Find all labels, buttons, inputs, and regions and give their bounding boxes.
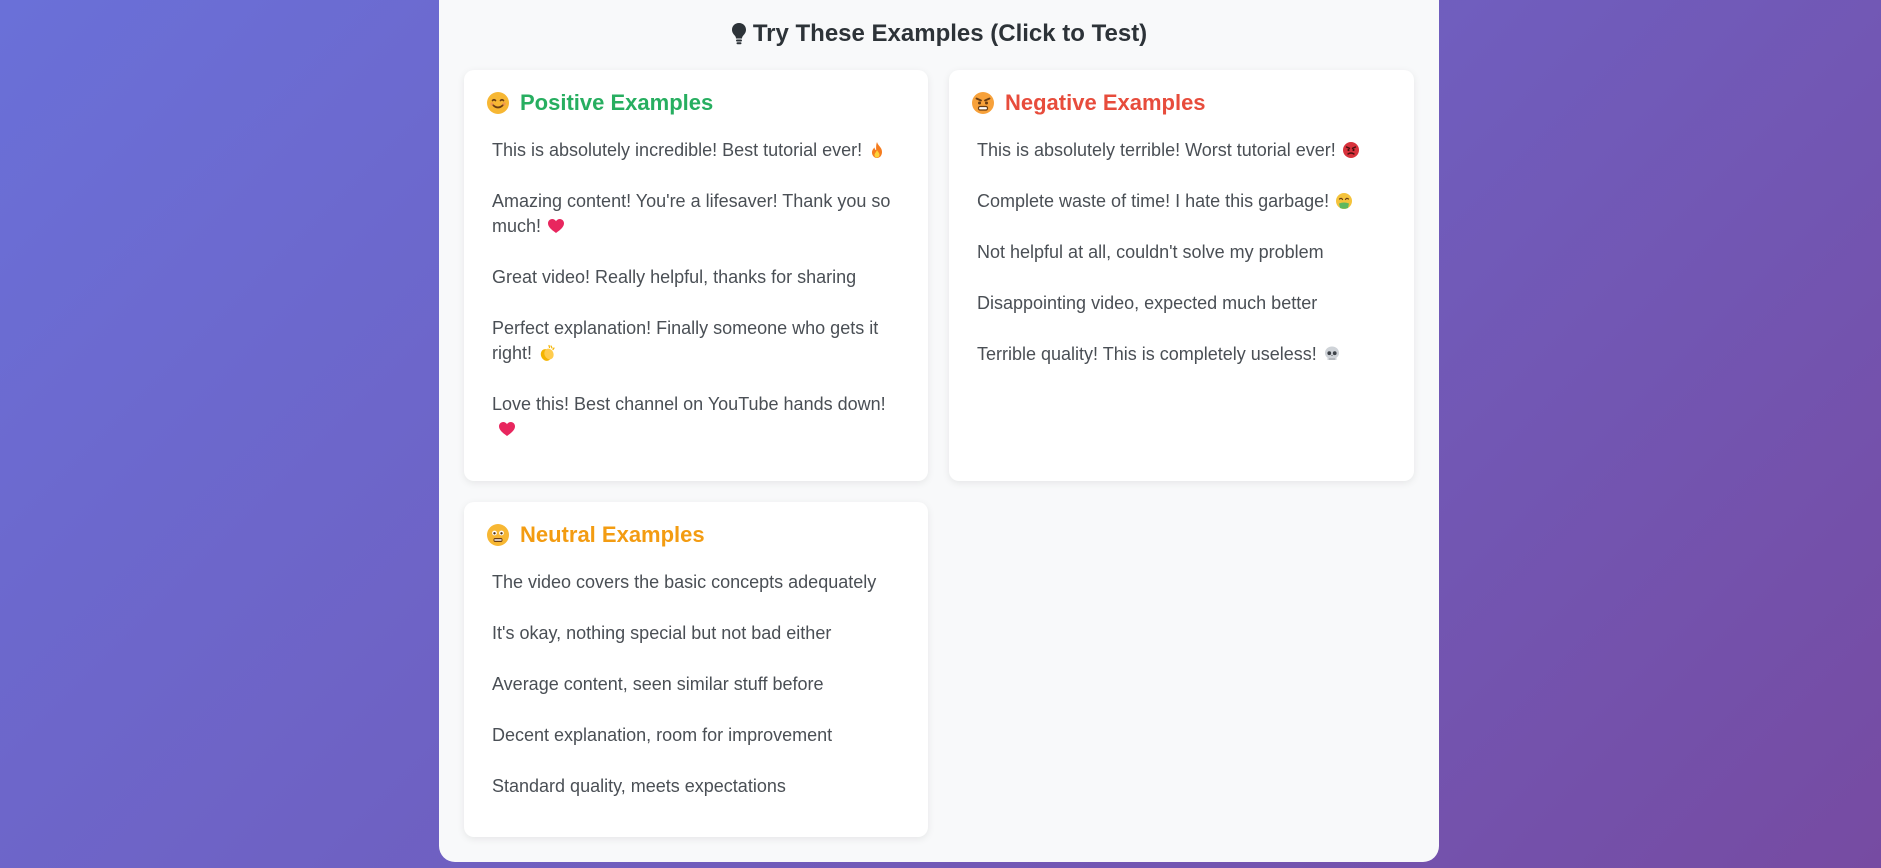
example-text: Not helpful at all, couldn't solve my pr… [977, 242, 1324, 262]
examples-panel: Try These Examples (Click to Test) Posit… [439, 0, 1439, 862]
negative-card-header: Negative Examples [971, 90, 1206, 116]
example-text: Decent explanation, room for improvement [492, 725, 833, 745]
example-text: Standard quality, meets expectations [492, 776, 786, 796]
negative-example-3[interactable]: Not helpful at all, couldn't solve my pr… [977, 240, 1384, 265]
enraged-face-icon [1342, 141, 1360, 159]
neutral-example-5[interactable]: Standard quality, meets expectations [492, 774, 898, 799]
nauseated-face-icon [1335, 192, 1353, 210]
example-text: Love this! Best channel on YouTube hands… [492, 394, 886, 414]
clapping-hands-icon [538, 344, 556, 362]
neutral-card-header: Neutral Examples [486, 522, 705, 548]
example-text: Disappointing video, expected much bette… [977, 293, 1318, 313]
negative-example-4[interactable]: Disappointing video, expected much bette… [977, 291, 1384, 316]
neutral-examples-list: The video covers the basic concepts adeq… [492, 570, 898, 825]
positive-example-4[interactable]: Perfect explanation! Finally someone who… [492, 316, 898, 366]
heart-icon [547, 217, 565, 235]
neutral-example-2[interactable]: It's okay, nothing special but not bad e… [492, 621, 898, 646]
negative-example-2[interactable]: Complete waste of time! I hate this garb… [977, 189, 1384, 214]
examples-heading: Try These Examples (Click to Test) [439, 20, 1439, 48]
negative-examples-title: Negative Examples [1005, 90, 1206, 115]
example-text: Average content, seen similar stuff befo… [492, 674, 824, 694]
examples-title: Try These Examples (Click to Test) [752, 20, 1148, 47]
example-text: Complete waste of time! I hate this garb… [977, 191, 1330, 211]
negative-example-5[interactable]: Terrible quality! This is completely use… [977, 342, 1384, 367]
example-text: It's okay, nothing special but not bad e… [492, 623, 832, 643]
neutral-example-4[interactable]: Decent explanation, room for improvement [492, 723, 898, 748]
positive-card-header: Positive Examples [486, 90, 713, 116]
example-text: Terrible quality! This is completely use… [977, 344, 1317, 364]
positive-example-5[interactable]: Love this! Best channel on YouTube hands… [492, 392, 898, 442]
positive-examples-list: This is absolutely incredible! Best tuto… [492, 138, 898, 468]
smiling-face-icon [486, 91, 510, 115]
negative-example-1[interactable]: This is absolutely terrible! Worst tutor… [977, 138, 1384, 163]
neutral-examples-card: Neutral Examples The video covers the ba… [464, 502, 928, 837]
negative-examples-card: Negative Examples This is absolutely ter… [949, 70, 1414, 481]
positive-examples-title: Positive Examples [520, 90, 714, 115]
example-text: Great video! Really helpful, thanks for … [492, 267, 857, 287]
example-text: This is absolutely incredible! Best tuto… [492, 140, 863, 160]
example-text: The video covers the basic concepts adeq… [492, 572, 877, 592]
positive-examples-card: Positive Examples This is absolutely inc… [464, 70, 928, 481]
neutral-example-3[interactable]: Average content, seen similar stuff befo… [492, 672, 898, 697]
neutral-examples-title: Neutral Examples [520, 522, 705, 547]
angry-face-icon [971, 91, 995, 115]
lightbulb-icon [731, 22, 747, 46]
neutral-example-1[interactable]: The video covers the basic concepts adeq… [492, 570, 898, 595]
example-text: This is absolutely terrible! Worst tutor… [977, 140, 1336, 160]
neutral-face-icon [486, 523, 510, 547]
positive-example-2[interactable]: Amazing content! You're a lifesaver! Tha… [492, 189, 898, 239]
skull-icon [1323, 345, 1341, 363]
positive-example-3[interactable]: Great video! Really helpful, thanks for … [492, 265, 898, 290]
positive-example-1[interactable]: This is absolutely incredible! Best tuto… [492, 138, 898, 163]
negative-examples-list: This is absolutely terrible! Worst tutor… [977, 138, 1384, 393]
fire-icon [868, 141, 886, 159]
heart-icon [498, 420, 516, 438]
